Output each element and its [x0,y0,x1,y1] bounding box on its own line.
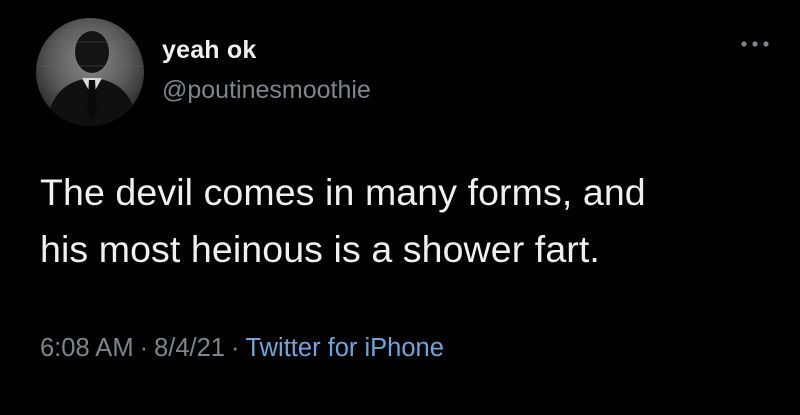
display-name[interactable]: yeah ok [162,36,257,65]
tweet-date[interactable]: 8/4/21 [154,334,225,362]
more-options-icon[interactable] [738,34,772,54]
avatar[interactable] [36,18,144,126]
tweet-text-line: The devil comes in many forms, and [40,171,646,213]
tweet-meta: 6:08 AM · 8/4/21 · Twitter for iPhone [40,334,444,363]
tweet-time[interactable]: 6:08 AM [40,334,134,362]
user-handle[interactable]: @poutinesmoothie [162,76,371,105]
tweet-text-line: his most heinous is a shower fart. [40,228,600,270]
avatar-image [36,18,144,126]
meta-separator: · [230,334,240,362]
meta-separator: · [139,334,149,362]
tweet-source-link[interactable]: Twitter for iPhone [245,334,443,362]
tweet-text: The devil comes in many forms, and his m… [40,164,780,278]
tweet-card: yeah ok @poutinesmoothie The devil comes… [0,0,800,415]
